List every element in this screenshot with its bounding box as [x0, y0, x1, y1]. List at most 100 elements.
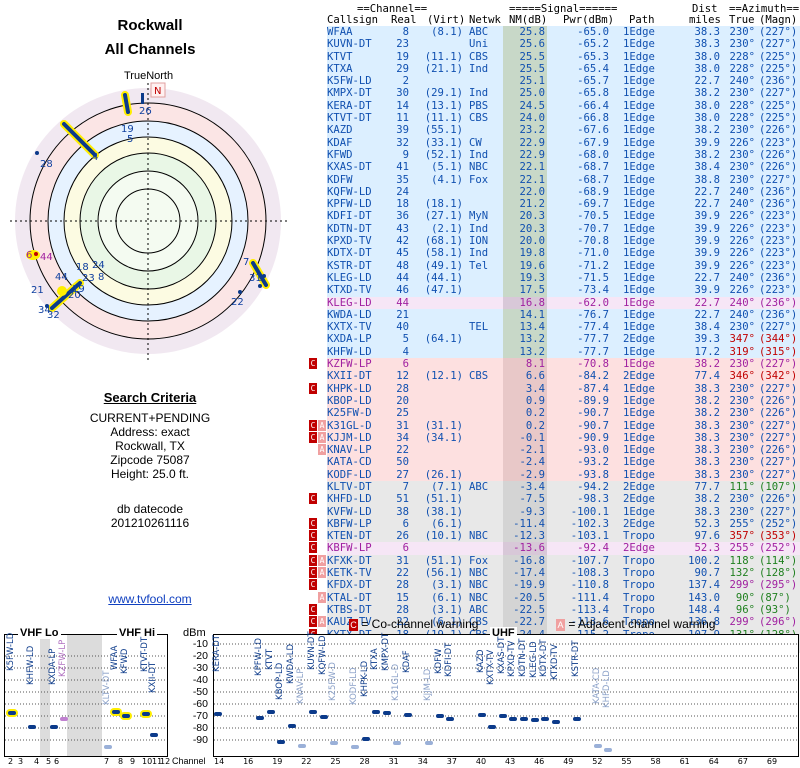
table-row[interactable]: KXDA-LP 5 (64.1) 13.2 -77.7 2Edge 39.3 347° (344… [309, 333, 800, 346]
table-row[interactable]: C A K31GL-D 31 (31.1) 0.2 -90.7 1Edge 38.3 230° (2… [309, 419, 800, 432]
cell-path: 1Edge [623, 321, 655, 334]
table-row[interactable]: C A KETK-TV 22 (56.1) NBC -17.4 -108.3 Tropo 90.7… [309, 567, 800, 580]
cell-magn: (225°) [759, 112, 798, 125]
table-row[interactable]: C KTEN-DT 26 (10.1) NBC -12.3 -103.1 Tropo 97.6 3… [309, 530, 800, 543]
cell-pwr: -65.4 [577, 62, 609, 75]
cell-true: 230° [729, 407, 755, 420]
cell-callsign: KPFW-LD [327, 198, 372, 211]
criteria-mode: CURRENT+PENDING [89, 411, 211, 425]
table-row[interactable]: KMPX-DT 30 (29.1) Ind 25.0 -65.8 1Edge 38.2 230°… [309, 87, 800, 100]
cell-netwk: Ind [469, 62, 489, 75]
cell-miles: 38.0 [694, 62, 720, 75]
table-row[interactable]: C KBFW-LP 6 (6.1) -11.4 -102.3 2Edge 52.3 255° (2… [309, 517, 800, 531]
cell-netwk: Ind [469, 87, 489, 100]
table-row[interactable]: KTVT-DT 11 (11.1) CBS 24.0 -66.8 1Edge 38.0 228°… [309, 112, 800, 125]
cell-magn: (353°) [759, 530, 798, 543]
table-row[interactable]: C KHFD-LD 51 (51.1) -7.5 -98.3 2Edge 38.2 230° (2… [309, 493, 800, 506]
spectrum-bar [509, 716, 518, 721]
cell-miles: 52.3 [694, 542, 720, 555]
cell-miles: 38.2 [694, 148, 720, 161]
table-row[interactable]: KBOP-LD 20 0.9 -89.9 1Edge 38.2 230° (226°) [309, 394, 800, 408]
cell-path: 1Edge [623, 468, 655, 481]
cell-real: 51 [396, 493, 409, 506]
table-row[interactable]: KXAS-DT 41 (5.1) NBC 22.1 -68.7 1Edge 38.4 230° (… [309, 161, 800, 174]
table-row[interactable]: KUVN-DT 23 Uni 25.6 -65.2 1Edge 38.3 230° (227°) [309, 38, 800, 51]
uhf-channel-tick: 55 [621, 757, 632, 766]
table-row[interactable]: C KBFW-LP 6 -13.6 -92.4 2Edge 52.3 255° (252°) [309, 542, 800, 555]
table-row[interactable]: KFWD 9 (52.1) Ind 22.9 -68.0 1Edge 38.2 230° (226… [309, 148, 800, 162]
cell-callsign: KPXD-TV [327, 235, 372, 248]
table-row[interactable]: KDFI-DT 36 (27.1) MyN 20.3 -70.5 1Edge 39.9 226°… [309, 210, 800, 223]
table-row[interactable]: KDAF 32 (33.1) CW 22.9 -67.9 1Edge 39.9 226° (223… [309, 136, 800, 149]
cell-path: 1Edge [623, 235, 655, 248]
table-row[interactable]: KODF-LD 27 (26.1) -2.9 -93.8 1Edge 38.3 230° (22… [309, 468, 800, 481]
table-row[interactable]: KHFW-LD 4 13.2 -77.7 1Edge 17.2 319° (315°) [309, 345, 800, 359]
table-row[interactable]: KDTX-DT 45 (58.1) Ind 19.8 -71.0 1Edge 39.9 226°… [309, 247, 800, 260]
cell-path: 2Edge [623, 333, 655, 346]
cell-callsign: KLEG-LD [327, 271, 372, 284]
cell-callsign: KTAL-DT [327, 591, 372, 604]
cell-miles: 38.0 [694, 99, 720, 112]
cell-pwr: -77.7 [577, 333, 609, 346]
cell-pwr: -77.4 [577, 321, 609, 334]
cell-magn: (227°) [759, 358, 798, 371]
cell-real: 44 [396, 296, 409, 309]
cell-pwr: -66.4 [577, 99, 609, 112]
table-row[interactable]: KERA-DT 14 (13.1) PBS 24.5 -66.4 1Edge 38.0 228°… [309, 99, 800, 113]
table-row[interactable]: KQFW-LD 24 22.0 -68.9 1Edge 22.7 240° (236°) [309, 185, 800, 199]
cell-netwk: NBC [469, 161, 489, 174]
cell-path: 1Edge [623, 136, 655, 149]
cell-callsign: KTXA [327, 62, 353, 75]
table-row[interactable]: KTXA 29 (21.1) Ind 25.5 -65.4 1Edge 38.0 228° (22… [309, 62, 800, 76]
cell-nm: 22.9 [519, 136, 545, 149]
spectrum-bar [142, 712, 150, 717]
table-row[interactable]: KDTN-DT 43 (2.1) Ind 20.3 -70.7 1Edge 39.9 226° (… [309, 222, 800, 236]
cell-netwk: Uni [469, 38, 489, 51]
table-row[interactable]: KATA-CD 50 -2.4 -93.2 1Edge 38.3 230° (227°) [309, 456, 800, 469]
spectrum-bar-label: KDAF [401, 650, 412, 674]
table-row[interactable]: KTXD-TV 46 (47.1) 17.5 -73.4 1Edge 39.9 226° (22… [309, 284, 800, 297]
table-row[interactable]: K5FW-LD 2 25.1 -65.7 1Edge 22.7 240° (236°) [309, 75, 800, 88]
cell-real: 27 [396, 468, 409, 481]
table-row[interactable]: KSTR-DT 48 (49.1) Tel 19.6 -71.2 1Edge 39.9 226°… [309, 259, 800, 272]
table-row[interactable]: KLEG-LD 44 (44.1) 19.3 -71.5 1Edge 22.7 240° (23… [309, 271, 800, 285]
table-row[interactable]: C KFDX-DT 28 (3.1) NBC -19.9 -110.8 Tropo 137.4 2… [309, 579, 800, 592]
table-row[interactable]: KXTX-TV 40 TEL 13.4 -77.4 1Edge 38.4 230° (227°) [309, 321, 800, 334]
table-row[interactable]: C KZFW-LP 6 8.1 -70.8 1Edge 38.2 230° (227°) [309, 358, 800, 371]
table-row[interactable]: C KTBS-DT 28 (3.1) ABC -22.5 -113.4 Tropo 148.4 9… [309, 603, 800, 617]
table-row[interactable]: KPXD-TV 42 (68.1) ION 20.0 -70.8 1Edge 39.9 226°… [309, 235, 800, 248]
cell-magn: (236°) [759, 308, 798, 321]
table-row[interactable]: A KTAL-DT 15 (6.1) NBC -20.5 -111.4 Tropo 143.0 9… [309, 591, 800, 604]
table-row[interactable]: A KNAV-LP 22 -2.1 -93.0 1Edge 38.3 230° (226°) [309, 444, 800, 457]
table-row[interactable]: WFAA 8 (8.1) ABC 25.8 -65.0 1Edge 38.3 230° (227°… [309, 26, 800, 39]
cell-callsign: KFXK-DT [327, 554, 372, 567]
cell-magn: (236°) [759, 75, 798, 88]
table-row[interactable]: KPFW-LD 18 (18.1) 21.2 -69.7 1Edge 22.7 240° (23… [309, 198, 800, 211]
table-row[interactable]: C KHPK-LD 28 3.4 -87.4 1Edge 38.3 230° (227°) [309, 382, 800, 395]
tvfool-link[interactable]: www.tvfool.com [0, 592, 300, 606]
cell-virt: (8.1) [431, 26, 463, 38]
col-callsign: Callsign [327, 14, 379, 26]
cell-nm: -22.5 [513, 603, 545, 616]
table-row[interactable]: KLTV-DT 7 (7.1) ABC -3.4 -94.2 2Edge 77.7 111° (1… [309, 480, 800, 494]
table-row[interactable]: K25FW-D 25 0.2 -90.7 1Edge 38.2 230° (226°) [309, 407, 800, 420]
table-row[interactable]: C A KJJM-LD 34 (34.1) -0.1 -90.9 1Edge 38.3 230° (… [309, 431, 800, 445]
cell-nm: -16.8 [513, 554, 545, 567]
cell-virt: (38.1) [424, 505, 463, 518]
table-row[interactable]: KWDA-LD 21 14.1 -76.7 1Edge 22.7 240° (236°) [309, 308, 800, 322]
spectrum-bar-label: KXDA-LP [48, 648, 58, 686]
table-row[interactable]: KAZD 39 (55.1) 23.2 -67.6 1Edge 38.2 230° (226°) [309, 124, 800, 137]
table-row[interactable]: KVFW-LD 38 (38.1) -9.3 -100.1 1Edge 38.3 230° (2… [309, 505, 800, 518]
table-row[interactable]: KTVT 19 (11.1) CBS 25.5 -65.3 1Edge 38.0 228° (22… [309, 50, 800, 63]
cell-real: 42 [396, 235, 409, 248]
cell-true: 240° [729, 296, 755, 309]
cell-pwr: -67.9 [577, 136, 609, 149]
table-row[interactable]: KXII-DT 12 (12.1) CBS 6.6 -84.2 2Edge 77.4 346° (… [309, 370, 800, 383]
table-row[interactable]: KDFW 35 (4.1) Fox 22.1 -68.7 1Edge 38.8 230° (227… [309, 173, 800, 186]
spectrum-bar [519, 716, 528, 721]
cell-miles: 97.6 [694, 530, 720, 543]
table-row[interactable]: C A KFXK-DT 31 (51.1) Fox -16.8 -107.7 Tropo 100.… [309, 554, 800, 568]
cell-real: 26 [396, 530, 409, 543]
table-row[interactable]: KLEG-LD 44 16.8 -62.0 1Edge 22.7 240° (236°) [309, 296, 800, 309]
cell-path: 1Edge [623, 185, 655, 198]
